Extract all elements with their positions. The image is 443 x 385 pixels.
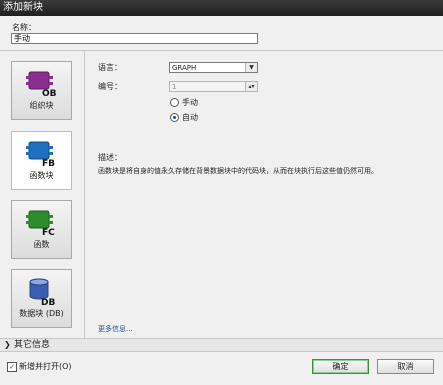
name-label: 名称： (12, 23, 36, 32)
numbering-manual-radio[interactable]: 手动 (170, 97, 198, 107)
panel-divider (84, 50, 85, 339)
svg-text:DB: DB (41, 298, 55, 306)
numbering-auto-radio[interactable]: 自动 (170, 112, 198, 122)
more-info-link[interactable]: 更多信息... (98, 324, 133, 334)
description-title: 描述： (98, 153, 122, 162)
ob-icon: OB (26, 71, 57, 98)
svg-text:OB: OB (42, 89, 57, 98)
window-title: 添加新块 (0, 0, 443, 16)
ok-button[interactable]: 确定 (312, 359, 369, 374)
number-label: 编号： (98, 82, 122, 91)
fc-icon: FC (26, 210, 55, 237)
spinner-icon: ▴▾ (245, 82, 257, 91)
number-spinner: 1 ▴▾ (169, 81, 258, 92)
block-type-fb-label: 函数块 (29, 171, 54, 180)
other-info-section[interactable]: ❯ 其它信息 (0, 339, 443, 352)
block-type-db-button[interactable]: DB 数据块 (DB) (11, 269, 72, 328)
fb-icon: FB (26, 141, 55, 168)
name-input[interactable] (11, 33, 258, 44)
chevron-right-icon: ❯ (4, 340, 11, 349)
language-value: GRAPH (172, 64, 197, 72)
language-select[interactable]: GRAPH ▼ (169, 62, 258, 73)
block-type-fb-button[interactable]: FB 函数块 (11, 131, 72, 190)
description-text: 函数块是将自身的值永久存储在背景数据块中的代码块，从而在块执行后这些值仍然可用。 (98, 167, 378, 175)
language-label: 语言： (98, 63, 122, 72)
block-type-fc-label: 函数 (33, 240, 50, 249)
cancel-button[interactable]: 取消 (377, 359, 434, 374)
other-info-label: 其它信息 (14, 340, 51, 350)
block-type-db-label: 数据块 (DB) (19, 309, 64, 318)
add-open-checkbox[interactable]: ✓ (7, 362, 17, 372)
name-section: 名称： (0, 16, 443, 50)
db-icon: DB (29, 278, 55, 306)
number-value: 1 (172, 83, 177, 91)
svg-text:FC: FC (42, 228, 55, 237)
radio-off-icon (170, 98, 179, 107)
numbering-manual-label: 手动 (182, 98, 198, 107)
radio-on-icon (170, 113, 179, 122)
numbering-auto-label: 自动 (182, 113, 198, 122)
footer: ✓ 新增并打开(O) 确定 取消 (0, 352, 443, 385)
block-type-fc-button[interactable]: FC 函数 (11, 200, 72, 259)
add-open-label: 新增并打开(O) (19, 362, 72, 371)
svg-text:FB: FB (42, 159, 55, 168)
block-type-ob-button[interactable]: OB 组织块 (11, 61, 72, 120)
block-type-ob-label: 组织块 (29, 101, 54, 110)
chevron-down-icon[interactable]: ▼ (245, 63, 257, 72)
